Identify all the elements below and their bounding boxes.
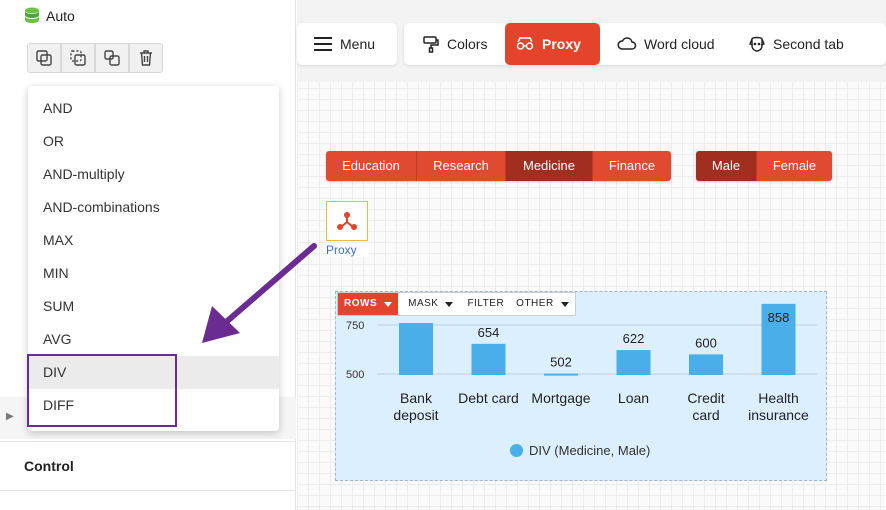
annotation-arrow [202, 243, 317, 343]
